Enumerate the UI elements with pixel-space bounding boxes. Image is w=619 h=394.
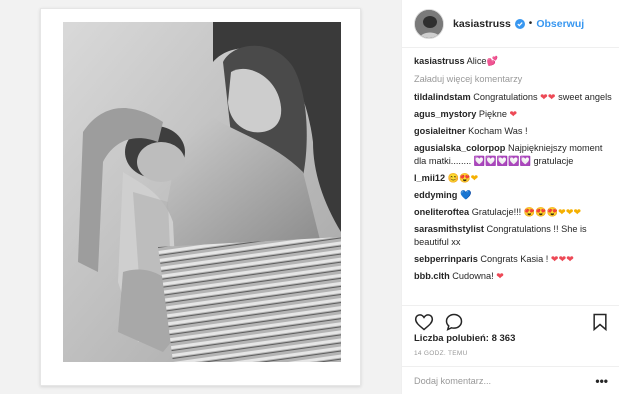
- comment-item: oneliteroftea Gratulacje!!! 😍😍😍❤❤❤: [414, 206, 612, 219]
- comment-text-continued: gratulacje: [533, 156, 574, 166]
- more-options-icon[interactable]: •••: [595, 374, 608, 388]
- caption: kasiastruss Alice💕: [414, 55, 612, 68]
- comment-username[interactable]: oneliteroftea: [414, 207, 469, 217]
- post-timestamp: 14 GODZ. TEMU: [414, 350, 468, 357]
- comments-list: kasiastruss Alice💕 Załaduj więcej koment…: [414, 55, 612, 303]
- comment-item: l_mii12 😊😍❤: [414, 172, 612, 185]
- comment-item: agus_mystory Piękne ❤: [414, 108, 612, 121]
- comment-item: sebperrinparis Congrats Kasia ! ❤❤❤: [414, 253, 612, 266]
- comment-emoji: 💟💟💟💟💟: [473, 156, 531, 166]
- caption-text: Alice: [466, 56, 487, 66]
- avatar-image: [415, 9, 443, 38]
- heart-outline-icon[interactable]: [414, 312, 434, 332]
- comment-item: agusialska_colorpop Najpiękniejszy momen…: [414, 142, 612, 168]
- comment-item: sarasmithstylist Congratulations !! She …: [414, 223, 612, 249]
- comment-emoji: ❤: [509, 109, 518, 119]
- speech-bubble-icon[interactable]: [444, 312, 464, 332]
- avatar[interactable]: [414, 8, 444, 39]
- comment-username[interactable]: eddyming: [414, 190, 457, 200]
- comment-text-continued: sweet angels: [558, 92, 612, 102]
- caption-username[interactable]: kasiastruss: [414, 56, 465, 66]
- comment-item: bbb.clth Cudowna! ❤: [414, 270, 612, 283]
- photo-illustration: [63, 22, 341, 362]
- polaroid-frame: [40, 8, 361, 386]
- bookmark-icon[interactable]: [590, 312, 610, 332]
- likes-count[interactable]: Liczba polubień: 8 363: [414, 333, 515, 344]
- comment-item: tildalindstam Congratulations ❤❤ sweet a…: [414, 91, 612, 104]
- comment-text: Congrats Kasia !: [480, 254, 549, 264]
- comment-emoji: ❤❤: [540, 92, 556, 102]
- photo-pane: [0, 0, 401, 394]
- comment-username[interactable]: agusialska_colorpop: [414, 143, 505, 153]
- comment-text: Congratulations: [473, 92, 538, 102]
- add-comment-bar: •••: [402, 366, 619, 394]
- comment-text: Cudowna!: [452, 271, 494, 281]
- comment-emoji: ❤: [496, 271, 504, 281]
- comment-username[interactable]: agus_mystory: [414, 109, 476, 119]
- load-more-comments-link[interactable]: Załaduj więcej komentarzy: [414, 74, 612, 84]
- comment-username[interactable]: bbb.clth: [414, 271, 450, 281]
- comment-emoji: 💙: [459, 190, 472, 200]
- header-username[interactable]: kasiastruss: [453, 18, 511, 30]
- comment-username[interactable]: sebperrinparis: [414, 254, 478, 264]
- details-pane: kasiastruss • Obserwuj kasiastruss Alice…: [401, 0, 619, 394]
- header-separator: •: [528, 18, 533, 29]
- comment-username[interactable]: gosialeitner: [414, 126, 466, 136]
- post-header: kasiastruss • Obserwuj: [402, 0, 619, 48]
- follow-button[interactable]: Obserwuj: [536, 18, 584, 30]
- comment-username[interactable]: l_mii12: [414, 173, 445, 183]
- verified-badge-icon: [514, 18, 525, 29]
- comment-emoji: ❤❤❤: [550, 254, 574, 264]
- comment-text: Piękne: [478, 109, 507, 119]
- comment-item: eddyming 💙: [414, 189, 612, 202]
- comment-emoji: 😊😍❤: [447, 173, 479, 183]
- comment-text: Kocham Was !: [468, 126, 528, 136]
- caption-emoji: 💕: [486, 56, 498, 66]
- instagram-post: kasiastruss • Obserwuj kasiastruss Alice…: [0, 0, 619, 394]
- comment-item: gosialeitner Kocham Was !: [414, 125, 612, 138]
- comment-username[interactable]: sarasmithstylist: [414, 224, 484, 234]
- comment-input[interactable]: [414, 375, 596, 386]
- comment-text: Gratulacje!!!: [471, 207, 522, 217]
- comment-username[interactable]: tildalindstam: [414, 92, 471, 102]
- post-photo[interactable]: [63, 22, 341, 362]
- comment-emoji: 😍😍😍❤❤❤: [523, 207, 582, 217]
